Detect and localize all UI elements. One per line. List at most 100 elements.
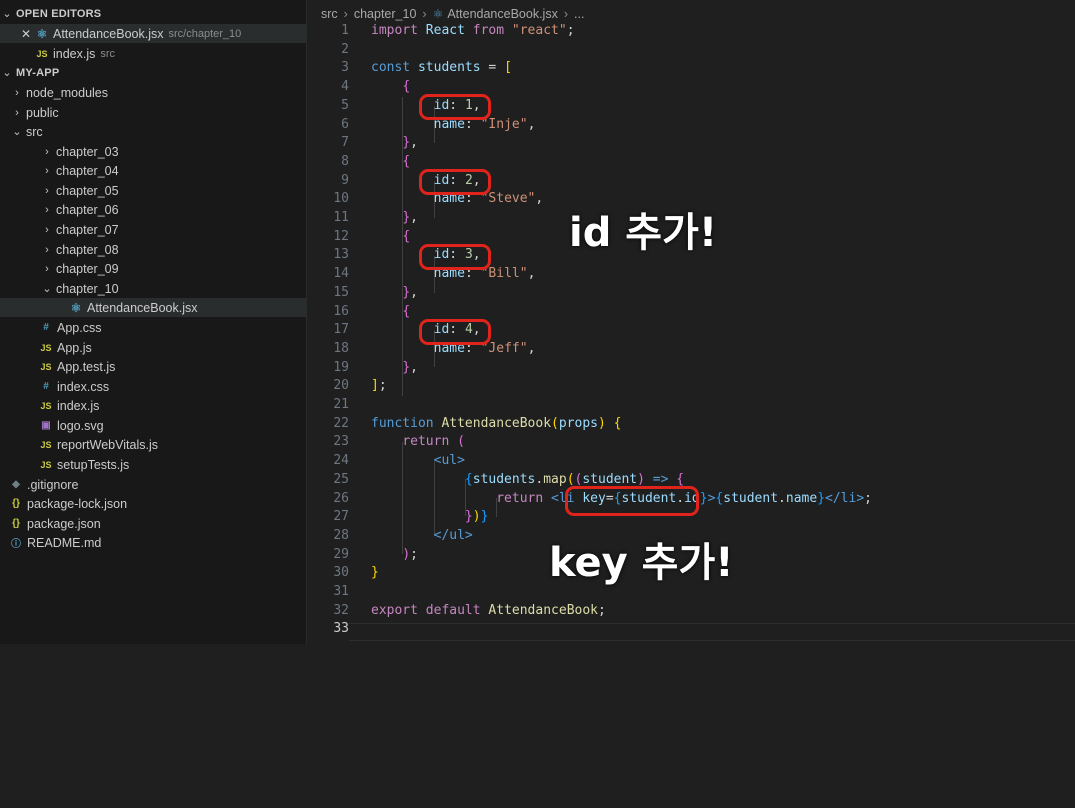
tree-item-chapter-03[interactable]: › chapter_03 [0,142,307,161]
tree-item-node-modules[interactable]: › node_modules [0,83,307,102]
tree-item-chapter-08[interactable]: › chapter_08 [0,240,307,259]
line-number: 27 [333,509,349,525]
tree-item-package-lock[interactable]: {} package-lock.json [0,494,307,513]
open-editor-index[interactable]: JS index.js src [0,44,307,63]
line-number: 32 [333,602,349,618]
tree-item-label: .gitignore [27,477,79,492]
project-title: MY-APP [16,66,60,79]
tree-item-attendancebook[interactable]: ⚛ AttendanceBook.jsx [0,298,307,317]
chevron-right-icon: › [45,223,49,236]
tree-item-package-json[interactable]: {} package.json [0,514,307,533]
line-number: 29 [333,546,349,562]
line-number: 26 [333,490,349,506]
line-number: 17 [333,322,349,338]
tree-item-label: chapter_05 [56,183,119,198]
line-number: 10 [333,191,349,207]
code-line: </ul> [433,527,473,543]
tree-item-chapter-09[interactable]: › chapter_09 [0,259,307,278]
line-number: 7 [341,135,349,151]
json-file-icon: {} [12,498,20,509]
tree-item-chapter-07[interactable]: › chapter_07 [0,220,307,239]
chevron-right-icon: › [45,262,49,275]
line-number: 2 [341,41,349,57]
tree-item-chapter-04[interactable]: › chapter_04 [0,161,307,180]
breadcrumb-item[interactable]: src [321,7,338,21]
tree-item-src[interactable]: ⌄ src [0,122,307,141]
tree-item-label: package.json [27,516,101,531]
tree-item-label: chapter_03 [56,144,119,159]
tree-item-index-js[interactable]: JS index.js [0,396,307,415]
open-editors-header[interactable]: ⌄ OPEN EDITORS [0,4,307,23]
tree-item-label: AttendanceBook.jsx [87,300,198,315]
line-number: 6 [341,116,349,132]
code-line: import React from "react"; [371,23,575,38]
line-number: 11 [333,210,349,225]
breadcrumb-item[interactable]: ... [574,7,584,21]
code-line: } [371,565,379,581]
line-number: 21 [333,397,349,412]
line-number: 33 [333,621,349,637]
code-line: }, [402,210,418,225]
code-editor[interactable]: src › chapter_10 › ⚛ AttendanceBook.jsx … [307,0,1075,644]
line-number: 4 [341,79,349,95]
breadcrumb-item[interactable]: AttendanceBook.jsx [447,7,558,21]
tree-item-public[interactable]: › public [0,103,307,122]
chevron-right-icon: › [422,7,427,21]
tree-item-label: chapter_08 [56,242,119,257]
tree-item-setuptests[interactable]: JS setupTests.js [0,455,307,474]
close-icon[interactable]: ✕ [18,27,34,41]
line-number: 3 [341,60,349,76]
line-number: 14 [333,266,349,282]
chevron-down-icon: ⌄ [42,283,52,295]
line-number: 15 [333,284,349,300]
code-line: { [402,79,411,95]
current-line-highlight [349,623,1075,641]
code-line: }, [402,284,418,300]
tree-item-chapter-06[interactable]: › chapter_06 [0,200,307,219]
code-line: { [402,303,411,319]
line-number: 8 [341,153,349,169]
line-number: 1 [341,23,349,38]
tree-item-label: App.css [57,320,102,335]
tree-item-reportwebvitals[interactable]: JS reportWebVitals.js [0,435,307,454]
open-editor-path: src/chapter_10 [168,27,242,40]
js-file-icon: JS [40,361,52,372]
tree-item-gitignore[interactable]: ◆ .gitignore [0,475,307,494]
tree-item-app-test-js[interactable]: JS App.test.js [0,357,307,376]
code-line: { [402,153,411,169]
line-number: 5 [341,97,349,113]
tree-item-label: node_modules [26,85,109,100]
line-number: 23 [333,434,349,450]
react-file-icon: ⚛ [36,26,48,41]
tree-item-chapter-05[interactable]: › chapter_05 [0,181,307,200]
tree-item-label: package-lock.json [27,496,128,511]
open-editor-attendancebook[interactable]: ✕ ⚛ AttendanceBook.jsx src/chapter_10 [0,24,307,43]
highlight-circle [565,486,699,516]
tree-item-label: chapter_07 [56,222,119,237]
highlight-circle [419,244,491,270]
image-file-icon: ▣ [41,420,51,431]
tree-item-index-css[interactable]: # index.css [0,377,307,396]
code-content[interactable]: import React from "react"; const student… [371,22,872,808]
tree-item-app-js[interactable]: JS App.js [0,338,307,357]
tree-item-app-css[interactable]: # App.css [0,318,307,337]
explorer-sidebar: ⌄ OPEN EDITORS ✕ ⚛ AttendanceBook.jsx sr… [0,0,307,644]
open-editor-name: index.js [53,46,96,61]
id-annotation: id 추가! [569,210,718,256]
tree-item-label: chapter_04 [56,163,119,178]
tree-item-readme[interactable]: ⓘ README.md [0,533,307,552]
breadcrumb-item[interactable]: chapter_10 [354,7,417,21]
tree-item-label: reportWebVitals.js [57,437,158,452]
git-file-icon: ◆ [12,479,20,490]
project-header[interactable]: ⌄ MY-APP [0,63,307,82]
line-number: 28 [333,527,349,543]
tree-item-chapter-10[interactable]: ⌄ chapter_10 [0,279,307,298]
chevron-down-icon: ⌄ [2,8,12,20]
code-line: <ul> [433,453,465,469]
chevron-down-icon: ⌄ [12,126,22,138]
line-number: 24 [333,453,349,469]
tree-item-logo-svg[interactable]: ▣ logo.svg [0,416,307,435]
line-number: 12 [333,228,349,244]
chevron-right-icon: › [15,106,19,119]
tree-item-label: setupTests.js [57,457,130,472]
